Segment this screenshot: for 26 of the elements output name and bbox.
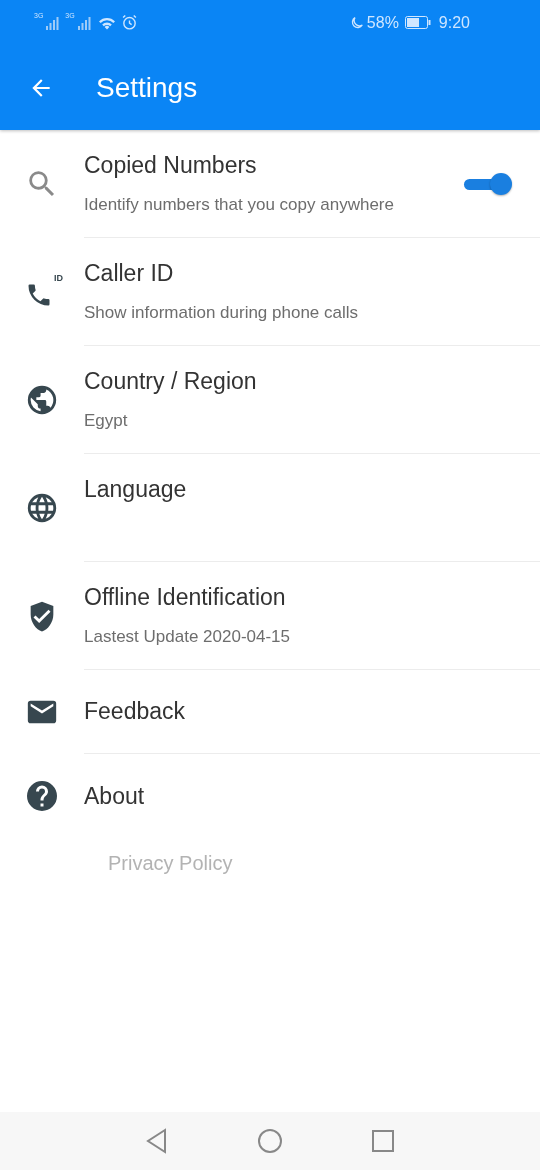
- screen-title: Settings: [96, 71, 198, 104]
- signal-icon: [45, 15, 60, 30]
- home-nav-icon[interactable]: [257, 1128, 283, 1154]
- language-icon: [25, 491, 59, 525]
- setting-description: Show information during phone calls: [84, 303, 360, 323]
- setting-title[interactable]: About: [84, 782, 512, 810]
- globe-icon: [25, 383, 59, 417]
- setting-title[interactable]: Copied Numbers: [84, 152, 464, 179]
- toggle-switch[interactable]: [464, 172, 512, 195]
- battery-icon: [404, 16, 431, 29]
- clock-time: 9:20: [438, 13, 470, 32]
- setting-title[interactable]: Language: [84, 476, 512, 503]
- help-icon: [24, 778, 60, 814]
- signal-icon: [76, 15, 91, 30]
- recents-nav-icon[interactable]: [371, 1129, 395, 1153]
- setting-description: Identify numbers that you copy anywhere: [84, 195, 395, 215]
- setting-title[interactable]: Feedback: [84, 698, 512, 725]
- setting-description: Egypt: [84, 411, 129, 431]
- setting-title[interactable]: Country / Region: [84, 368, 512, 395]
- alarm-icon: [120, 14, 138, 31]
- battery-percentage: 58%: [366, 13, 399, 32]
- back-nav-icon[interactable]: [145, 1128, 169, 1154]
- setting-title[interactable]: Offline Identification: [84, 584, 512, 611]
- setting-description: Lastest Update 2020-04-15: [84, 627, 292, 647]
- id-label: ID: [54, 273, 63, 283]
- setting-title[interactable]: Caller ID: [84, 260, 512, 287]
